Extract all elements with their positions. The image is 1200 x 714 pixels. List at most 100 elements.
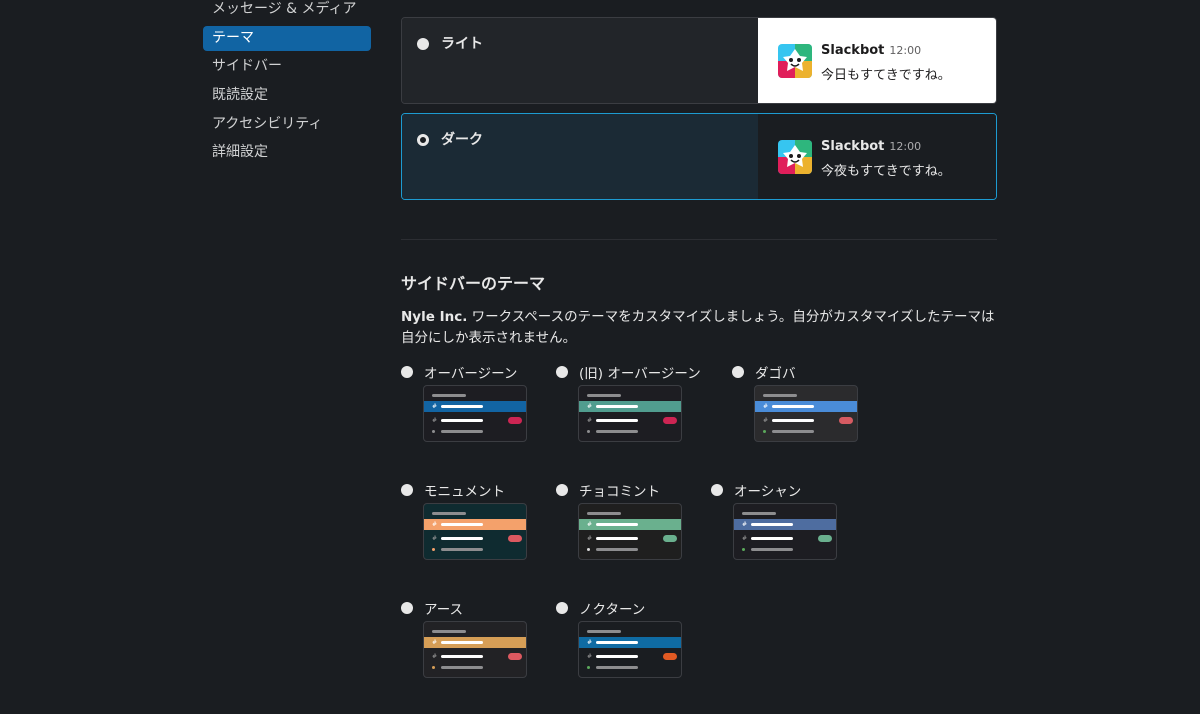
thumb-bar [596, 523, 638, 526]
thumb-dm-row [579, 664, 681, 671]
thumb-mention-badge [839, 417, 853, 424]
presence-dot [432, 548, 435, 551]
theme-name: ダゴバ [755, 366, 796, 382]
thumb-bar [596, 666, 638, 669]
thumb-workspace-bar [587, 512, 621, 515]
settings-nav: メッセージ & メディア テーマ サイドバー 既読設定 アクセシビリティ 詳細設… [203, 0, 371, 169]
theme-radio[interactable] [556, 602, 568, 614]
thumb-workspace-bar [587, 630, 621, 633]
hash-icon: # [432, 403, 438, 410]
thumb-bar [772, 405, 814, 408]
theme-name: アース [424, 602, 464, 618]
thumb-dm-row [424, 664, 526, 671]
thumb-channel-row: # [424, 653, 526, 660]
nav-item-theme[interactable]: テーマ [203, 25, 371, 51]
presence-dot [587, 666, 590, 669]
theme-radio[interactable] [711, 484, 723, 496]
thumb-active-channel: # [755, 401, 857, 412]
theme-radio[interactable] [401, 484, 413, 496]
thumb-mention-badge [508, 417, 522, 424]
hash-icon: # [587, 535, 593, 542]
appearance-option-light[interactable]: ライト Slackbot 12:00 今日もすてきですね。 [401, 17, 997, 104]
thumb-workspace-bar [432, 394, 466, 397]
thumb-dm-row [424, 428, 526, 435]
thumb-bar [751, 548, 793, 551]
hash-icon: # [432, 521, 438, 528]
presence-dot [432, 666, 435, 669]
thumb-channel-row: # [755, 417, 857, 424]
thumb-mention-badge [508, 653, 522, 660]
thumb-workspace-bar [432, 512, 466, 515]
presence-dot [587, 548, 590, 551]
nav-item-mark-as-read[interactable]: 既読設定 [203, 83, 371, 108]
slackbot-avatar-icon [778, 140, 812, 174]
presence-dot [587, 430, 590, 433]
thumb-bar [441, 405, 483, 408]
presence-dot [742, 548, 745, 551]
thumb-active-channel: # [579, 519, 681, 530]
hash-icon: # [587, 639, 593, 646]
theme-thumbnail: # # [423, 503, 527, 560]
theme-name: オーシャン [734, 484, 802, 500]
thumb-bar [441, 430, 483, 433]
theme-radio[interactable] [401, 366, 413, 378]
thumb-active-channel: # [424, 637, 526, 648]
theme-radio[interactable] [401, 602, 413, 614]
thumb-active-channel: # [424, 401, 526, 412]
thumb-workspace-bar [763, 394, 797, 397]
theme-thumbnail: # # [423, 621, 527, 678]
thumb-channel-row: # [579, 417, 681, 424]
hash-icon: # [763, 403, 769, 410]
thumb-bar [596, 641, 638, 644]
nav-item-advanced[interactable]: 詳細設定 [203, 140, 371, 165]
hash-icon: # [587, 521, 593, 528]
hash-icon: # [587, 653, 593, 660]
thumb-bar [751, 537, 793, 540]
thumb-bar [596, 548, 638, 551]
description-text: ワークスペースのテーマをカスタマイズしましょう。自分がカスタマイズしたテーマは自… [401, 309, 995, 346]
thumb-mention-badge [663, 653, 677, 660]
thumb-workspace-bar [742, 512, 776, 515]
thumb-bar [596, 405, 638, 408]
hash-icon: # [587, 417, 593, 424]
presence-dot [432, 430, 435, 433]
nav-item-messages-media[interactable]: メッセージ & メディア [203, 0, 371, 22]
thumb-active-channel: # [734, 519, 836, 530]
thumb-dm-row [424, 546, 526, 553]
appearance-label-dark: ダーク [441, 132, 483, 148]
radio-dark[interactable] [417, 134, 429, 146]
appearance-label-light: ライト [441, 36, 483, 52]
hash-icon: # [763, 417, 769, 424]
thumb-channel-row: # [424, 535, 526, 542]
nav-item-accessibility[interactable]: アクセシビリティ [203, 112, 371, 137]
theme-thumbnail: # # [578, 621, 682, 678]
theme-radio[interactable] [732, 366, 744, 378]
thumb-bar [441, 548, 483, 551]
theme-thumbnail: # # [578, 385, 682, 442]
bot-name: Slackbot 12:00 [821, 139, 922, 154]
theme-name: オーバージーン [424, 366, 518, 382]
theme-radio[interactable] [556, 484, 568, 496]
thumb-bar [441, 666, 483, 669]
bot-message: 今日もすてきですね。 [821, 68, 951, 83]
thumb-bar [772, 430, 814, 433]
hash-icon: # [432, 417, 438, 424]
sidebar-theme-description: Nyle Inc. ワークスペースのテーマをカスタマイズしましょう。自分がカスタ… [401, 307, 1001, 349]
dark-preview: Slackbot 12:00 今夜もすてきですね。 [758, 114, 996, 199]
thumb-workspace-bar [587, 394, 621, 397]
thumb-workspace-bar [432, 630, 466, 633]
thumb-dm-row [579, 428, 681, 435]
thumb-active-channel: # [579, 401, 681, 412]
nav-item-sidebar[interactable]: サイドバー [203, 54, 371, 79]
thumb-bar [772, 419, 814, 422]
slackbot-avatar-icon [778, 44, 812, 78]
bot-name: Slackbot 12:00 [821, 43, 922, 58]
hash-icon: # [742, 535, 748, 542]
theme-thumbnail: # # [578, 503, 682, 560]
light-preview: Slackbot 12:00 今日もすてきですね。 [758, 18, 996, 103]
theme-thumbnail: # # [733, 503, 837, 560]
radio-light[interactable] [417, 38, 429, 50]
theme-radio[interactable] [556, 366, 568, 378]
hash-icon: # [587, 403, 593, 410]
appearance-option-dark[interactable]: ダーク Slackbot 12:00 今夜もすてきですね。 [401, 113, 997, 200]
